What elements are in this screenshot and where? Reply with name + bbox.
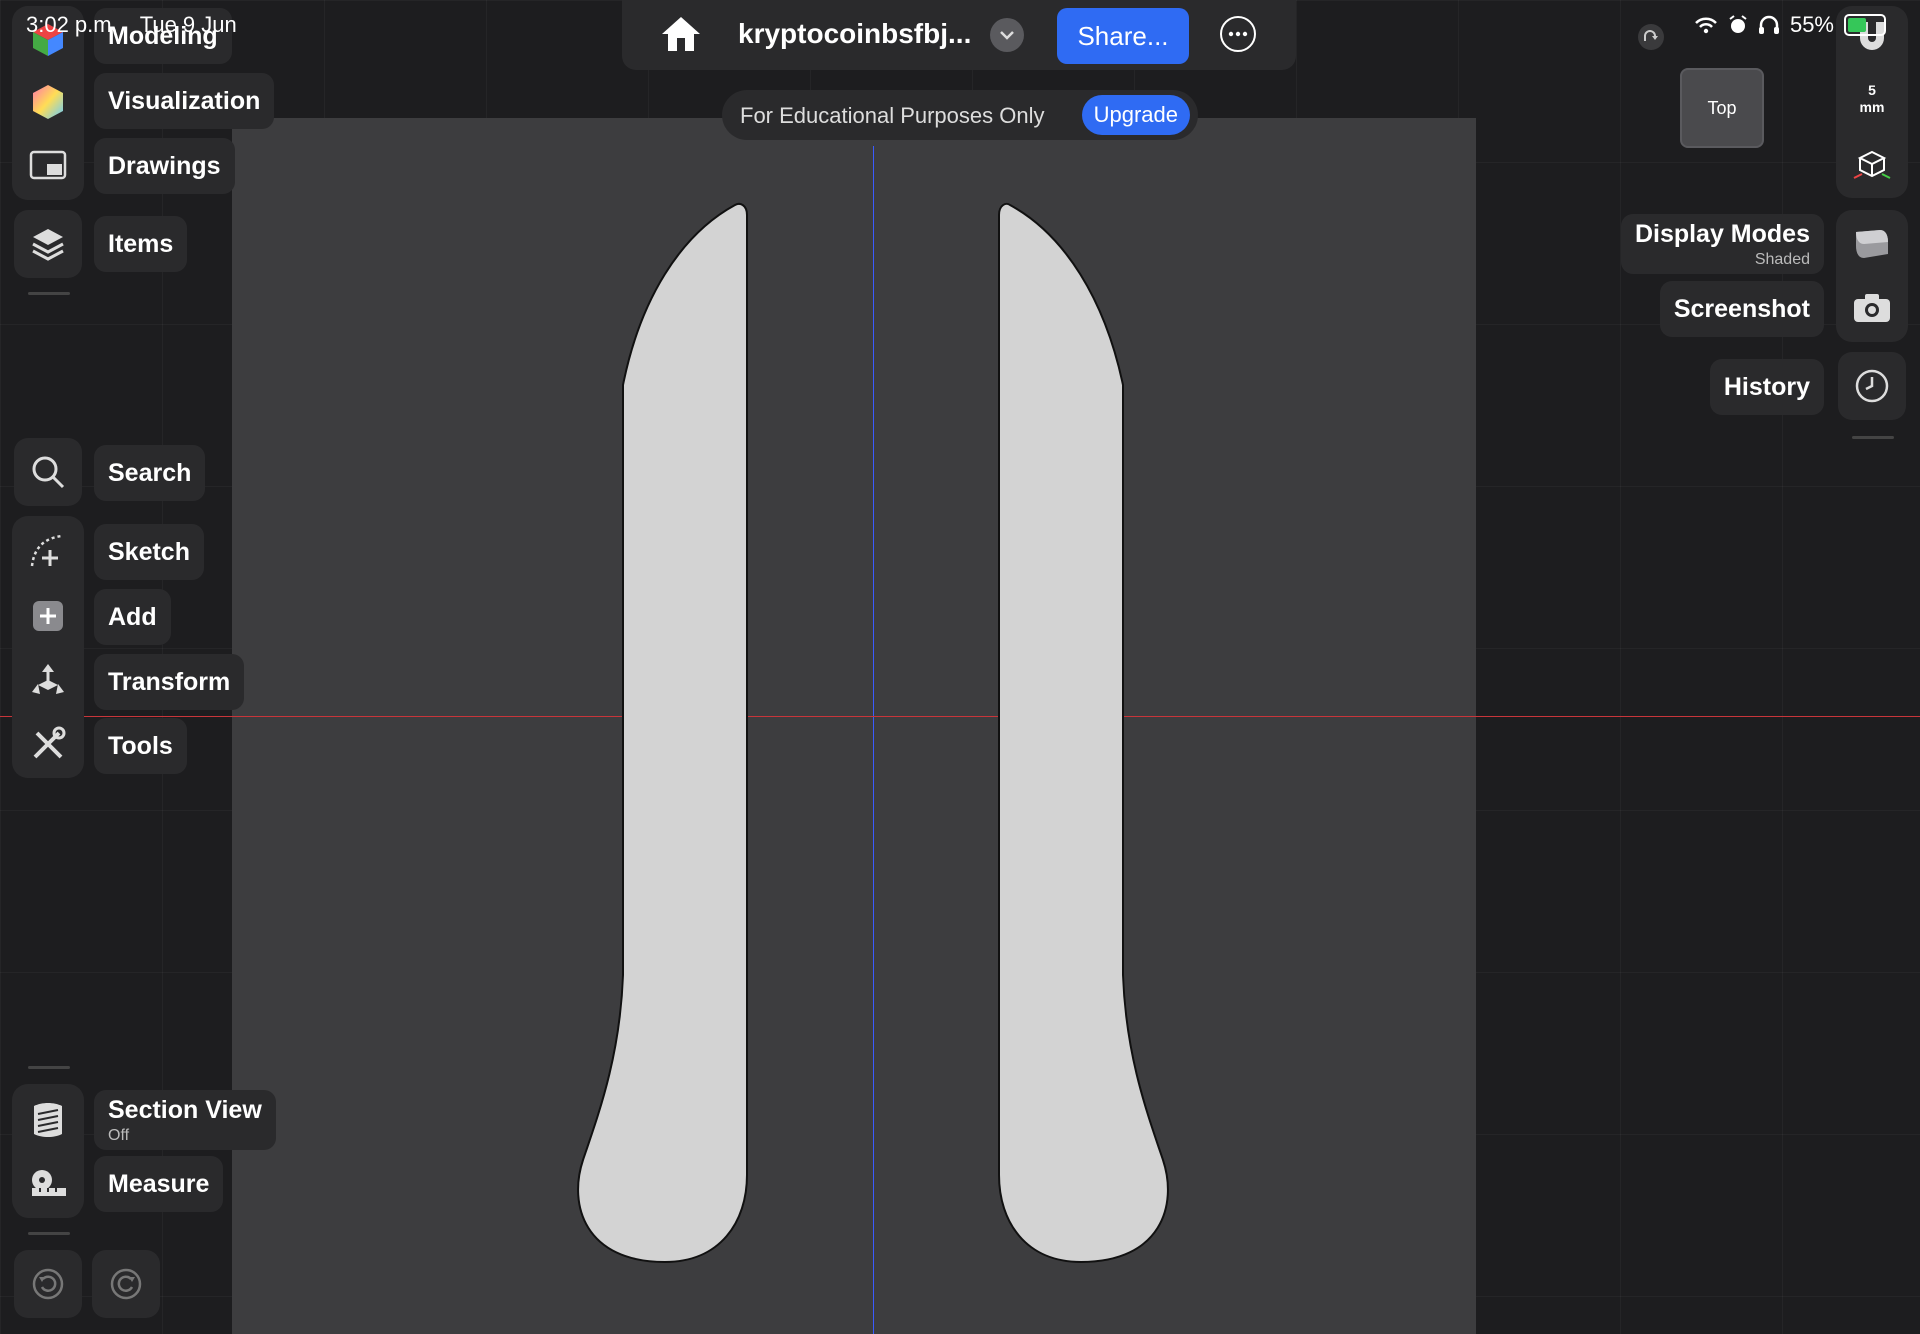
search-button[interactable] xyxy=(14,438,82,506)
grid-scale-value: 5 xyxy=(1868,82,1876,98)
more-options-button[interactable] xyxy=(1220,16,1256,52)
education-banner-text: For Educational Purposes Only xyxy=(740,103,1045,128)
add-button[interactable] xyxy=(14,582,82,650)
drawings-icon xyxy=(29,150,67,180)
home-icon[interactable] xyxy=(660,14,702,54)
tools-icon xyxy=(33,726,66,759)
screenshot-button[interactable]: Screenshot xyxy=(1659,281,1824,337)
battery-percent: 55% xyxy=(1789,12,1834,37)
add-label[interactable]: Add xyxy=(94,589,171,645)
document-title[interactable]: kryptocoinbsfbj... xyxy=(738,18,971,50)
wifi-icon xyxy=(1695,17,1717,34)
grid-scale-unit: mm xyxy=(1859,99,1885,115)
grid-scale[interactable]: 5 mm xyxy=(1836,82,1908,116)
orbit-redo-icon[interactable] xyxy=(1636,22,1666,52)
display-modes-value: Shaded xyxy=(1754,250,1810,268)
more-icon xyxy=(1228,31,1248,37)
transform-icon xyxy=(32,664,64,694)
undo-button[interactable] xyxy=(14,1250,82,1318)
measure-button[interactable] xyxy=(14,1150,82,1218)
status-date: Tue 9 Jun xyxy=(139,12,237,37)
camera-icon[interactable] xyxy=(1852,292,1892,324)
visualization-button[interactable] xyxy=(14,68,82,136)
history-button[interactable]: History xyxy=(1709,359,1824,415)
layers-icon xyxy=(32,229,64,261)
redo-icon xyxy=(110,1268,142,1300)
transform-label[interactable]: Transform xyxy=(94,654,245,710)
rail-divider-bottom xyxy=(28,1066,70,1069)
section-view-button[interactable] xyxy=(14,1086,82,1154)
rail-divider xyxy=(28,292,70,295)
history-icon-button[interactable] xyxy=(1838,352,1906,420)
rail-divider-undo xyxy=(28,1232,70,1235)
workspace-drawings-label[interactable]: Drawings xyxy=(94,138,235,194)
transform-button[interactable] xyxy=(14,646,82,714)
workspace-visualization-label[interactable]: Visualization xyxy=(94,73,275,129)
right-rail-divider xyxy=(1852,436,1894,439)
items-label[interactable]: Items xyxy=(94,216,188,272)
document-top-bar: kryptocoinbsfbj... Share... xyxy=(622,0,1296,70)
add-icon xyxy=(33,601,63,631)
display-modes-button[interactable]: Display Modes Shaded xyxy=(1620,214,1824,274)
view-cube-face-label: Top xyxy=(1707,97,1737,118)
items-button[interactable] xyxy=(14,210,82,278)
measure-tape-icon xyxy=(32,1170,66,1196)
chevron-down-icon xyxy=(1000,31,1014,40)
education-banner: For Educational Purposes Only Upgrade xyxy=(722,90,1198,140)
tools-label[interactable]: Tools xyxy=(94,718,187,774)
screenshot-label: Screenshot xyxy=(1673,294,1810,323)
display-modes-icon[interactable] xyxy=(1852,226,1892,262)
history-label: History xyxy=(1723,372,1810,401)
right-profile-shape[interactable] xyxy=(998,202,1169,1264)
share-button[interactable]: Share... xyxy=(1057,8,1189,64)
document-menu-button[interactable] xyxy=(990,18,1024,52)
view-cube[interactable]: Top xyxy=(1680,68,1764,148)
visualization-hexagon-icon xyxy=(33,85,63,119)
sketch-button[interactable] xyxy=(14,518,82,586)
sketch-profiles[interactable] xyxy=(0,0,1920,1334)
battery-icon xyxy=(1844,14,1886,36)
sketch-label[interactable]: Sketch xyxy=(94,524,204,580)
status-time: 3:02 p.m. xyxy=(26,12,118,37)
sketch-icon xyxy=(30,534,63,567)
search-label[interactable]: Search xyxy=(94,445,206,501)
section-view-label[interactable]: Section View Off xyxy=(94,1090,276,1150)
tools-button[interactable] xyxy=(14,710,82,778)
status-bar-left: 3:02 p.m. Tue 9 Jun xyxy=(26,12,259,38)
upgrade-button[interactable]: Upgrade xyxy=(1081,95,1190,135)
status-bar-right: 55% xyxy=(1694,12,1886,38)
section-view-state: Off xyxy=(108,1126,130,1144)
headphones-icon xyxy=(1758,15,1779,34)
redo-button[interactable] xyxy=(92,1250,160,1318)
display-modes-label: Display Modes xyxy=(1634,219,1810,248)
section-view-icon xyxy=(34,1103,62,1137)
measure-label[interactable]: Measure xyxy=(94,1156,224,1212)
left-profile-shape[interactable] xyxy=(577,202,748,1264)
clock-icon xyxy=(1855,369,1889,403)
search-icon xyxy=(32,456,65,489)
drawings-button[interactable] xyxy=(14,132,82,200)
alarm-icon xyxy=(1729,15,1747,33)
undo-icon xyxy=(32,1268,64,1300)
axis-triad-icon[interactable] xyxy=(1852,146,1892,182)
